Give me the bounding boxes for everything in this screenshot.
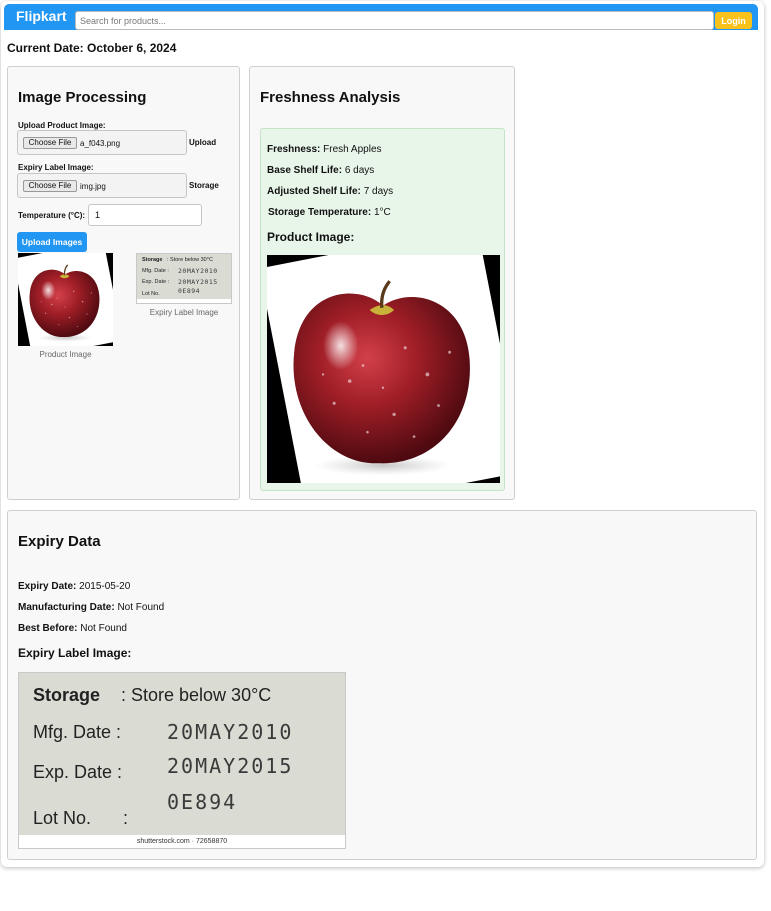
adjusted-shelf-life-value: 7 days: [363, 186, 394, 197]
thumb-lot-value: 0E894: [178, 287, 201, 295]
manufacturing-date-value: Not Found: [117, 602, 165, 613]
label-lot-colon: :: [123, 808, 129, 828]
storage-temperature-key: Storage Temperature:: [268, 207, 372, 218]
base-shelf-life-row: Base Shelf Life: 6 days: [267, 165, 374, 176]
thumb-lot-key: Lot No.: [142, 291, 160, 297]
expiry-label-image-heading: Expiry Label Image:: [18, 646, 132, 660]
expiry-label-thumbnail: Storage : Store below 30°C Mfg. Date : 2…: [136, 253, 232, 304]
image-processing-panel: Image Processing Upload Product Image: C…: [7, 66, 240, 500]
freshness-title: Freshness Analysis: [260, 89, 401, 106]
expiry-date-row: Expiry Date: 2015-05-20: [18, 581, 130, 592]
storage-temperature-row: Storage Temperature: 1°C: [268, 207, 391, 218]
apple-image: [21, 256, 109, 344]
base-shelf-life-value: 6 days: [344, 165, 375, 176]
temperature-label: Temperature (°C):: [18, 211, 86, 220]
freshness-result-box: Freshness: Fresh Apples Base Shelf Life:…: [260, 128, 505, 491]
best-before-value: Not Found: [80, 623, 127, 634]
product-choose-file-button[interactable]: Choose File: [23, 137, 77, 149]
manufacturing-date-row: Manufacturing Date: Not Found: [18, 602, 164, 613]
expiry-date-value: 2015-05-20: [79, 581, 131, 592]
temperature-input[interactable]: [88, 204, 202, 226]
label-lot-value: 0E894: [167, 790, 238, 814]
product-file-input[interactable]: Choose File a_f043.png: [17, 130, 187, 155]
thumb-exp-key: Exp. Date :: [142, 279, 170, 285]
storage-temperature-value: 1°C: [373, 207, 391, 218]
image-processing-title: Image Processing: [18, 89, 147, 106]
product-side-note: Upload: [189, 138, 217, 147]
label-image-footer: shutterstock.com · 72658870: [19, 835, 345, 848]
product-image-caption: Product Image: [39, 350, 92, 359]
search-input[interactable]: [75, 11, 714, 30]
expiry-file-input[interactable]: Choose File img.jpg: [17, 173, 187, 198]
best-before-key: Best Before:: [18, 623, 78, 634]
freshness-key: Freshness:: [267, 144, 321, 155]
label-storage-key: Storage: [33, 685, 101, 705]
label-storage-value: : Store below 30°C: [121, 685, 272, 705]
freshness-analysis-panel: Freshness Analysis Freshness: Fresh Appl…: [249, 66, 515, 500]
expiry-choose-file-button[interactable]: Choose File: [23, 180, 77, 192]
label-exp-value: 20MAY2015: [167, 754, 294, 778]
product-image-heading: Product Image:: [267, 230, 355, 244]
label-exp-key: Exp. Date :: [33, 762, 123, 782]
expiry-label-image-large: Storage : Store below 30°C Mfg. Date : 2…: [18, 672, 346, 849]
expiry-data-panel: Expiry Data Expiry Date: 2015-05-20 Manu…: [7, 510, 757, 860]
label-mfg-key: Mfg. Date :: [33, 722, 122, 742]
manufacturing-date-key: Manufacturing Date:: [18, 602, 115, 613]
thumb-mfg-value: 20MAY2010: [178, 267, 218, 275]
product-image-thumbnail: [18, 253, 113, 346]
product-file-name: a_f043.png: [80, 139, 121, 148]
best-before-row: Best Before: Not Found: [18, 623, 127, 634]
thumb-mfg-key: Mfg. Date :: [142, 268, 169, 274]
expiry-file-name: img.jpg: [80, 182, 106, 191]
expiry-label-caption: Expiry Label Image: [149, 308, 219, 317]
apple-image-large: [271, 259, 495, 481]
label-mfg-value: 20MAY2010: [167, 720, 294, 744]
adjusted-shelf-life-key: Adjusted Shelf Life:: [267, 186, 361, 197]
expiry-side-note: Storage: [189, 181, 219, 190]
thumb-exp-value: 20MAY2015: [178, 278, 218, 286]
thumb-storage-key: Storage: [142, 257, 163, 263]
login-button[interactable]: Login: [715, 12, 752, 29]
label-lot-key: Lot No.: [33, 808, 92, 828]
top-navigation-bar: Flipkart Login: [4, 4, 758, 30]
freshness-row: Freshness: Fresh Apples: [267, 144, 382, 155]
product-image-label: Upload Product Image:: [18, 121, 106, 130]
adjusted-shelf-life-row: Adjusted Shelf Life: 7 days: [267, 186, 393, 197]
thumb-storage-value: : Store below 30°C: [167, 257, 213, 263]
base-shelf-life-key: Base Shelf Life:: [267, 165, 343, 176]
expiry-date-key: Expiry Date:: [18, 581, 77, 592]
product-image-large: [267, 255, 500, 483]
thumb-footer: [137, 299, 231, 303]
brand-logo[interactable]: Flipkart: [16, 8, 67, 24]
current-date: Current Date: October 6, 2024: [7, 41, 177, 55]
upload-images-button[interactable]: Upload Images: [17, 232, 87, 252]
freshness-value: Fresh Apples: [323, 144, 382, 155]
expiry-label-image-label: Expiry Label Image:: [18, 163, 94, 172]
expiry-data-title: Expiry Data: [18, 533, 101, 550]
